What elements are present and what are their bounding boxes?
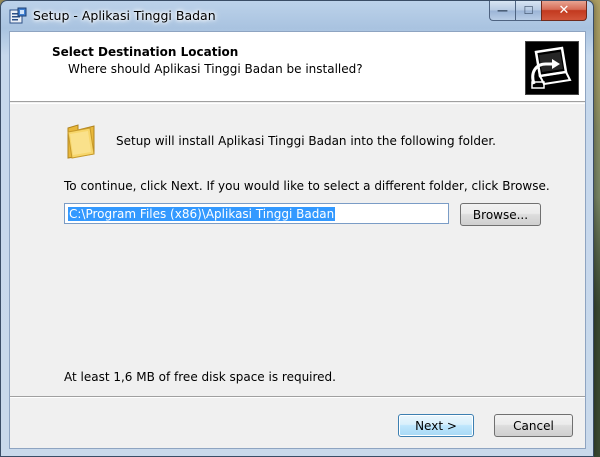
header-divider — [10, 103, 585, 104]
wizard-header: Select Destination Location Where should… — [10, 32, 585, 102]
continue-instructions: To continue, click Next. If you would li… — [64, 179, 550, 193]
minimize-button[interactable]: — — [489, 1, 515, 21]
destination-path-field[interactable]: C:\Program Files (x86)\Aplikasi Tinggi B… — [64, 203, 449, 224]
page-title: Select Destination Location — [52, 45, 239, 59]
maximize-button[interactable]: ☐ — [515, 1, 541, 21]
destination-path-value: C:\Program Files (x86)\Aplikasi Tinggi B… — [68, 206, 336, 221]
wizard-page: Select Destination Location Where should… — [9, 31, 586, 449]
next-button[interactable]: Next > — [398, 414, 474, 437]
maximize-icon: ☐ — [523, 4, 534, 17]
close-icon: ✕ — [558, 3, 570, 18]
install-intro-text: Setup will install Aplikasi Tinggi Badan… — [116, 134, 496, 148]
setup-icon[interactable] — [9, 7, 27, 25]
computer-install-icon — [525, 41, 579, 95]
setup-window: Setup - Aplikasi Tinggi Badan — ☐ ✕ Sele… — [0, 0, 594, 457]
browse-button[interactable]: Browse... — [460, 203, 541, 226]
disk-space-requirement: At least 1,6 MB of free disk space is re… — [64, 370, 336, 384]
folder-icon — [64, 122, 98, 160]
minimize-icon: — — [497, 4, 508, 17]
caption-buttons: — ☐ ✕ — [489, 1, 587, 21]
window-title: Setup - Aplikasi Tinggi Badan — [33, 8, 216, 23]
close-button[interactable]: ✕ — [541, 1, 587, 21]
title-bar[interactable]: Setup - Aplikasi Tinggi Badan — ☐ ✕ — [1, 1, 593, 31]
page-subtitle: Where should Aplikasi Tinggi Badan be in… — [68, 62, 363, 76]
cancel-button[interactable]: Cancel — [494, 414, 573, 437]
footer-divider — [10, 396, 585, 398]
